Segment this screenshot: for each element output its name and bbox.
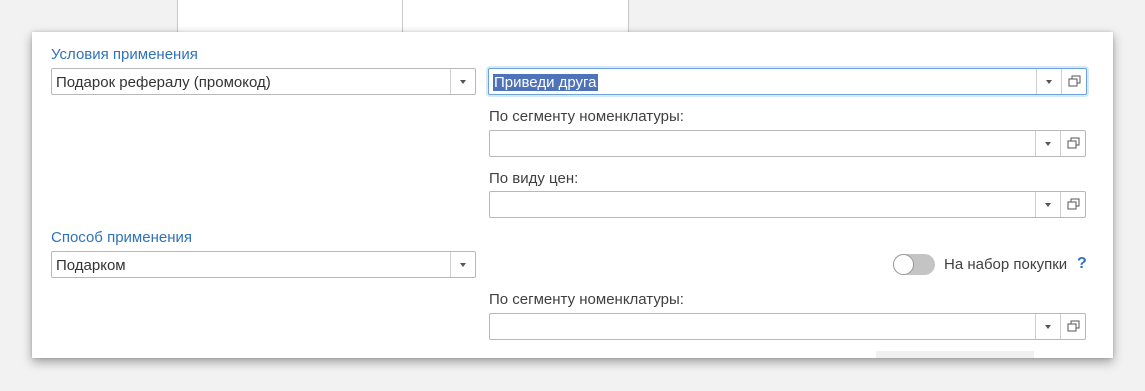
method-nomenclature-segment-value: [494, 318, 1027, 337]
purchase-set-label: На набор покупки: [944, 256, 1068, 273]
settings-panel: Условия применения Подарок рефералу (про…: [32, 32, 1113, 358]
nomenclature-segment-value: [494, 135, 1027, 154]
help-icon[interactable]: ?: [1077, 255, 1087, 273]
open-form-icon[interactable]: [1060, 314, 1085, 339]
open-form-icon[interactable]: [1060, 131, 1085, 156]
method-nomenclature-segment-label: По сегменту номенклатуры:: [489, 291, 684, 308]
method-value: Подарком: [56, 257, 126, 274]
chevron-down-icon[interactable]: [1035, 192, 1060, 217]
chevron-down-icon[interactable]: [1035, 131, 1060, 156]
price-type-label: По виду цен:: [489, 170, 579, 187]
partial-field-above: [177, 0, 629, 35]
partial-field-separator: [402, 0, 403, 35]
method-select[interactable]: Подарком: [51, 251, 476, 278]
program-select[interactable]: Приведи друга: [488, 68, 1087, 95]
partial-button-below: [876, 351, 1034, 358]
program-value: Приведи друга: [493, 74, 598, 91]
price-type-value: [494, 196, 1027, 215]
chevron-down-icon[interactable]: [450, 69, 475, 94]
nomenclature-segment-select[interactable]: [489, 130, 1086, 157]
chevron-down-icon[interactable]: [1036, 69, 1061, 94]
price-type-select[interactable]: [489, 191, 1086, 218]
method-nomenclature-segment-select[interactable]: [489, 313, 1086, 340]
purchase-set-toggle[interactable]: [893, 254, 935, 275]
open-form-icon[interactable]: [1061, 69, 1086, 94]
conditions-section-title: Условия применения: [51, 46, 198, 63]
chevron-down-icon[interactable]: [1035, 314, 1060, 339]
open-form-icon[interactable]: [1060, 192, 1085, 217]
page: Условия применения Подарок рефералу (про…: [0, 0, 1145, 391]
method-section-title: Способ применения: [51, 229, 192, 246]
condition-type-value: Подарок рефералу (промокод): [56, 74, 271, 91]
nomenclature-segment-label: По сегменту номенклатуры:: [489, 108, 684, 125]
chevron-down-icon[interactable]: [450, 252, 475, 277]
condition-type-select[interactable]: Подарок рефералу (промокод): [51, 68, 476, 95]
toggle-knob: [893, 254, 914, 275]
